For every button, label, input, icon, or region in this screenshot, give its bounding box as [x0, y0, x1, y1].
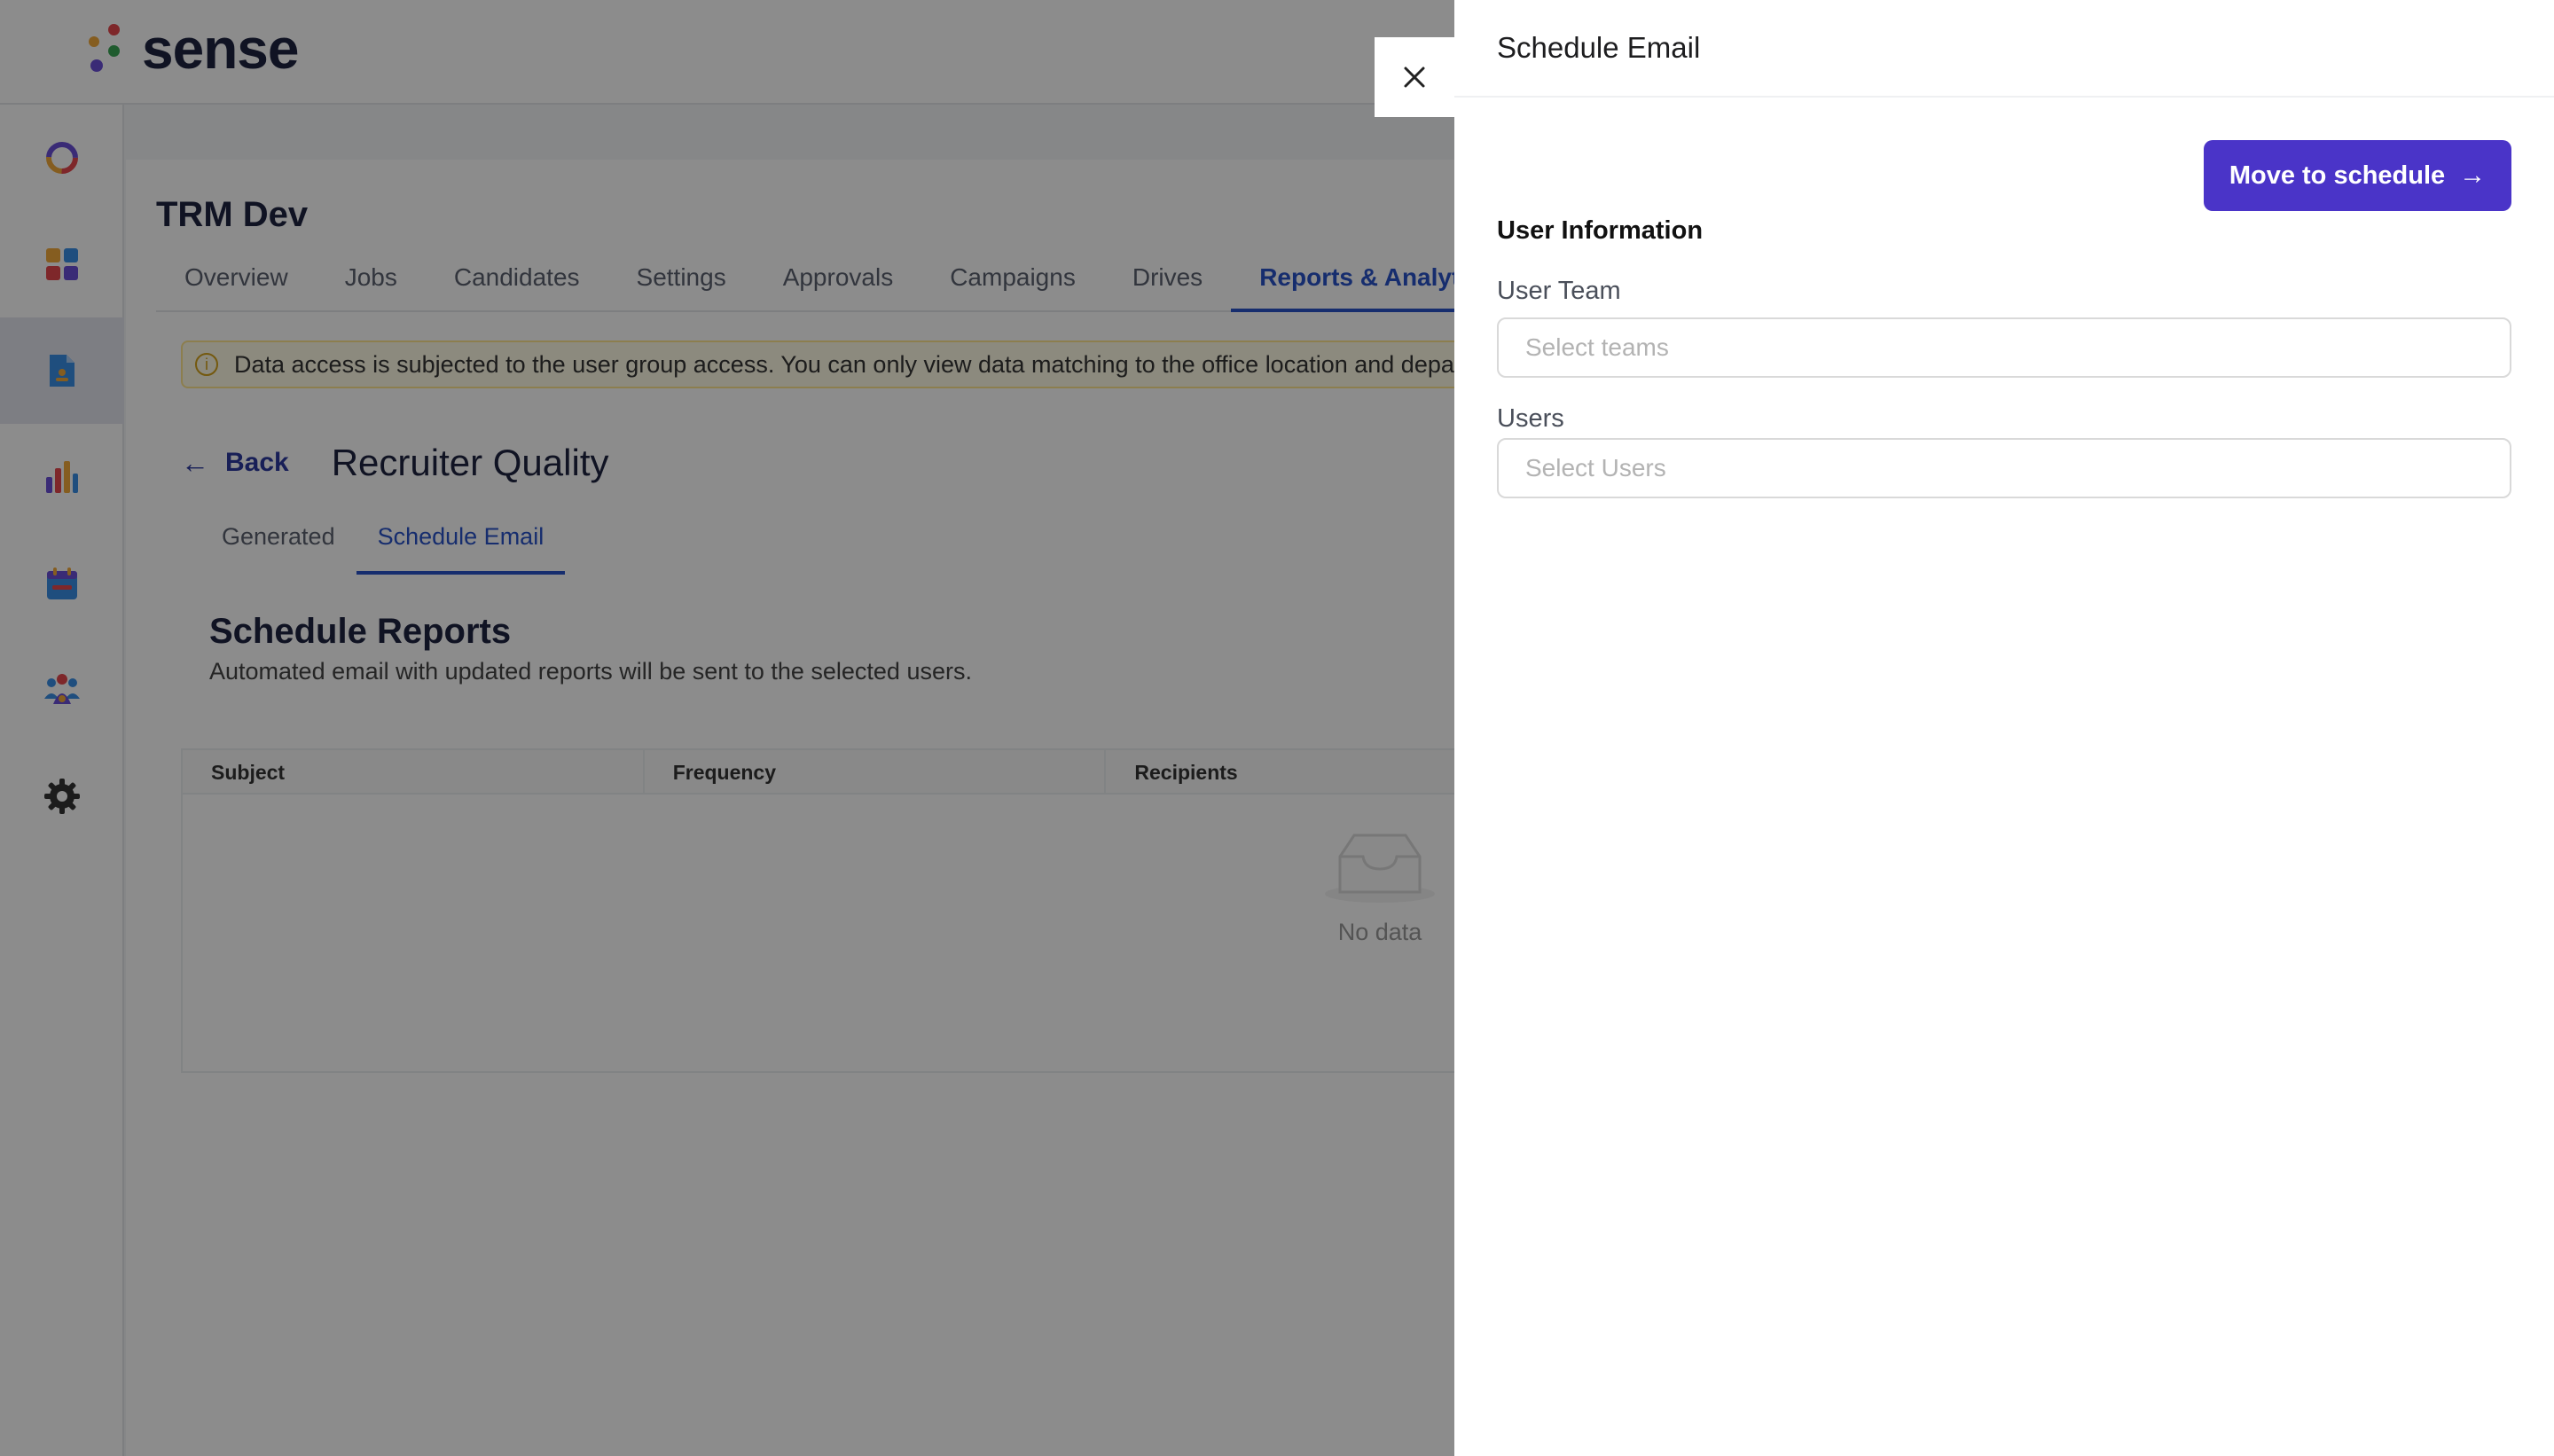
user-team-select[interactable] [1497, 317, 2511, 378]
drawer-header: Schedule Email [1454, 0, 2554, 98]
move-button-label: Move to schedule [2229, 160, 2446, 190]
schedule-email-drawer: Schedule Email Move to schedule → User I… [1454, 0, 2554, 1456]
move-to-schedule-button[interactable]: Move to schedule → [2204, 140, 2511, 211]
close-drawer-button[interactable] [1375, 37, 1454, 117]
user-team-label: User Team [1497, 277, 1621, 305]
users-label: Users [1497, 404, 1564, 433]
users-select[interactable] [1497, 438, 2511, 498]
arrow-right-icon: → [2459, 160, 2487, 190]
user-information-title: User Information [1497, 216, 1704, 245]
drawer-title: Schedule Email [1497, 31, 1701, 64]
close-icon [1404, 67, 1425, 88]
